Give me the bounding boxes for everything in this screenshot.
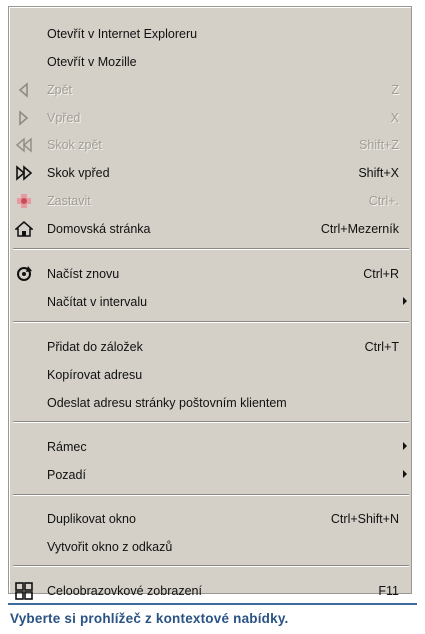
menu-separator xyxy=(13,565,409,567)
menu-item[interactable]: Duplikovat okno Ctrl+Shift+N xyxy=(9,506,411,532)
menu-item-label: Domovská stránka xyxy=(47,222,151,236)
menu-item[interactable]: Kopírovat adresu xyxy=(9,362,411,388)
submenu-arrow-icon xyxy=(403,297,407,305)
menu-separator xyxy=(13,421,409,423)
menu-item[interactable]: Odeslat adresu stránky poštovním kliente… xyxy=(9,390,411,416)
menu-item-label: Vytvořit okno z odkazů xyxy=(47,540,173,554)
menu-item: Zastavit Ctrl+. xyxy=(9,188,411,214)
menu-separator xyxy=(13,248,409,250)
menu-item[interactable]: Domovská stránka Ctrl+Mezerník xyxy=(9,216,411,242)
menu-item-shortcut: F11 xyxy=(378,584,399,598)
menu-item-label: Skok vpřed xyxy=(47,166,110,180)
menu-item[interactable]: Pozadí xyxy=(9,462,411,488)
fullscreen-icon xyxy=(15,582,33,600)
caption-bar: Vyberte si prohlížeč z kontextové nabídk… xyxy=(8,603,417,634)
fast-forward-icon xyxy=(15,164,33,182)
reload-icon xyxy=(15,265,33,283)
context-menu: Otevřít v Internet Exploreru Otevřít v Mo… xyxy=(8,6,412,600)
menu-item-label: Kopírovat adresu xyxy=(47,368,143,382)
menu-item-shortcut: Ctrl+T xyxy=(364,340,399,354)
menu-item-label: Přidat do záložek xyxy=(47,340,143,354)
menu-item: Skok zpět Shift+Z xyxy=(9,132,411,158)
menu-item[interactable]: Rámec xyxy=(9,434,411,460)
menu-item-label: Pozadí xyxy=(47,468,86,482)
menu-item[interactable]: Skok vpřed Shift+X xyxy=(9,160,411,186)
menu-item-shortcut: Ctrl+. xyxy=(368,194,399,208)
menu-item-label: Skok zpět xyxy=(47,138,102,152)
menu-item-label: Odeslat adresu stránky poštovním kliente… xyxy=(47,396,287,410)
menu-item-label: Rámec xyxy=(47,440,87,454)
menu-item: Zpět Z xyxy=(9,77,411,103)
menu-item-label: Zpět xyxy=(47,83,73,97)
menu-item[interactable]: Načíst znovu Ctrl+R xyxy=(9,261,411,287)
submenu-arrow-icon xyxy=(403,470,407,478)
menu-item-label: Otevřít v Mozille xyxy=(47,55,137,69)
back-arrow-icon xyxy=(15,81,33,99)
menu-item-shortcut: Ctrl+R xyxy=(363,267,399,281)
menu-item-label: Načíst znovu xyxy=(47,267,120,281)
menu-item-shortcut: Shift+X xyxy=(358,166,399,180)
forward-arrow-icon xyxy=(15,109,33,127)
menu-separator xyxy=(13,494,409,496)
menu-item-label: Otevřít v Internet Exploreru xyxy=(47,27,198,41)
menu-item[interactable]: Celoobrazovkové zobrazení F11 xyxy=(9,578,411,604)
menu-item: Vpřed X xyxy=(9,105,411,131)
menu-item[interactable]: Otevřít v Mozille xyxy=(9,49,411,75)
menu-item-shortcut: Ctrl+Shift+N xyxy=(330,512,399,526)
menu-item-label: Zastavit xyxy=(47,194,91,208)
rewind-icon xyxy=(15,136,33,154)
menu-item-label: Vpřed xyxy=(47,111,81,125)
menu-item[interactable]: Načítat v intervalu xyxy=(9,289,411,315)
menu-item[interactable]: Otevřít v Internet Exploreru xyxy=(9,21,411,47)
menu-separator xyxy=(13,321,409,323)
stop-icon xyxy=(15,192,33,210)
menu-item-shortcut: Z xyxy=(391,83,399,97)
menu-item-shortcut: Ctrl+Mezerník xyxy=(320,222,399,236)
menu-item-label: Duplikovat okno xyxy=(47,512,136,526)
menu-item[interactable]: Vytvořit okno z odkazů xyxy=(9,534,411,560)
caption-text: Vyberte si prohlížeč z kontextové nabídk… xyxy=(10,611,289,626)
menu-item-label: Celoobrazovkové zobrazení xyxy=(47,584,202,598)
menu-item[interactable]: Přidat do záložek Ctrl+T xyxy=(9,334,411,360)
home-icon xyxy=(14,220,34,238)
menu-item-label: Načítat v intervalu xyxy=(47,295,148,309)
menu-item-shortcut: Shift+Z xyxy=(359,138,399,152)
menu-item-shortcut: X xyxy=(390,111,399,125)
submenu-arrow-icon xyxy=(403,442,407,450)
